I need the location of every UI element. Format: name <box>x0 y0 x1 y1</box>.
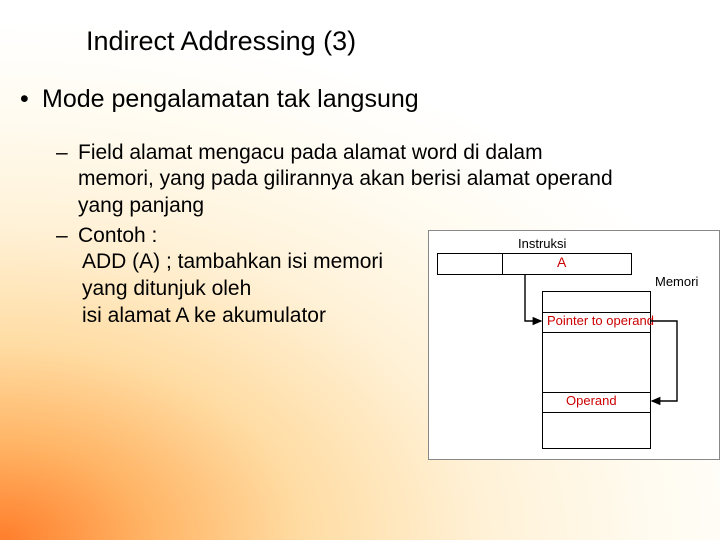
slide: Indirect Addressing (3) •Mode pengalamat… <box>0 0 720 540</box>
code-line: yang ditunjuk oleh <box>82 277 251 301</box>
diagram-indirect-addressing: Instruksi A Memori Pointer to operand Op… <box>428 230 720 460</box>
instruction-box <box>437 253 632 275</box>
bullet-level-2: – Field alamat mengacu pada alamat word … <box>58 140 618 219</box>
label-pointer: Pointer to operand <box>547 313 654 328</box>
memory-row-divider <box>543 332 650 333</box>
slide-title: Indirect Addressing (3) <box>86 26 356 57</box>
bullet-dash: – <box>56 140 68 166</box>
label-operand: Operand <box>566 393 617 408</box>
bullet-dash: – <box>56 223 68 249</box>
bullet-text: Mode pengalamatan tak langsung <box>42 85 419 113</box>
label-a: A <box>557 254 566 270</box>
memory-row-divider <box>543 412 650 413</box>
code-line: isi alamat A ke akumulator <box>82 304 326 328</box>
instruction-divider <box>502 254 503 274</box>
label-instruksi: Instruksi <box>518 236 566 251</box>
sub-text-1: Field alamat mengacu pada alamat word di… <box>58 140 618 219</box>
code-line: ADD (A) ; tambahkan isi memori <box>82 250 383 274</box>
bullet-level-1: •Mode pengalamatan tak langsung <box>20 85 419 114</box>
label-memori: Memori <box>655 274 698 289</box>
bullet-dot: • <box>20 85 42 114</box>
